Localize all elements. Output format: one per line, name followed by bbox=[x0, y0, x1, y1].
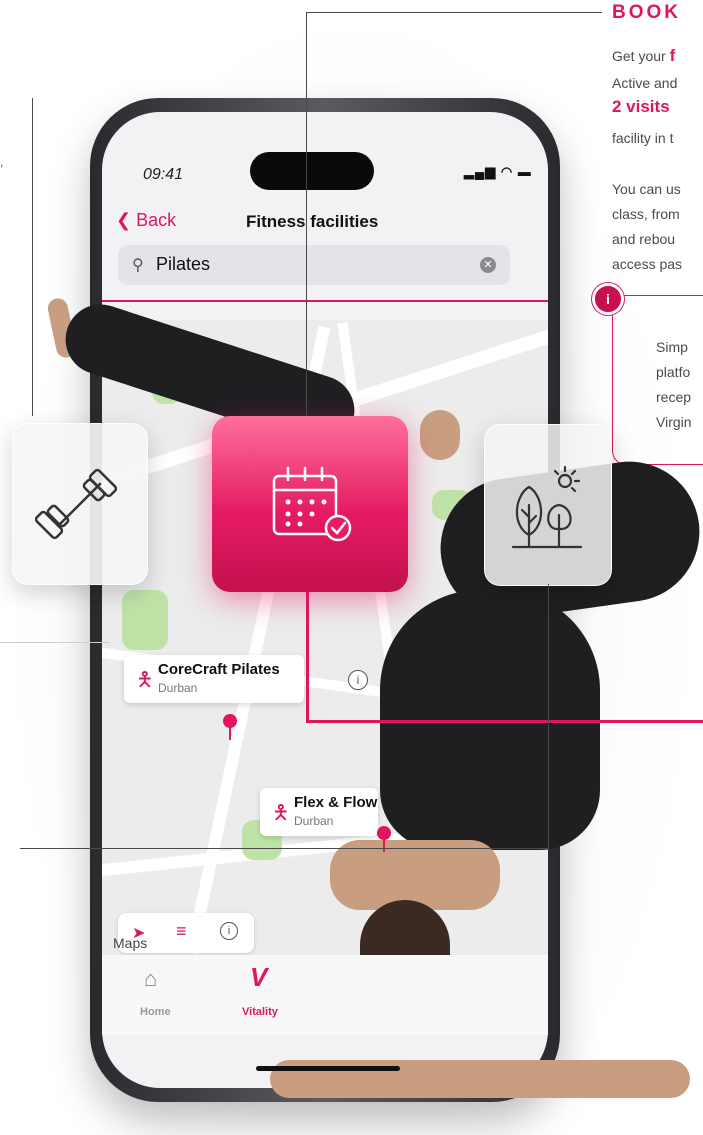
info-line-1: Simp bbox=[656, 339, 688, 355]
status-time: 09:41 bbox=[143, 166, 184, 183]
figure-foot-right bbox=[420, 410, 460, 460]
panel-line-1: Get your f bbox=[612, 46, 676, 65]
dynamic-island bbox=[250, 152, 374, 190]
back-label: Back bbox=[136, 210, 177, 230]
left-callout-line bbox=[32, 98, 33, 416]
card-title: CoreCraft Pilates bbox=[158, 661, 280, 678]
left-edge-mark: , bbox=[0, 155, 4, 169]
info-line-4: Virgin bbox=[656, 414, 692, 430]
map-card-corecraft[interactable]: 🯅 CoreCraft Pilates Durban bbox=[124, 655, 304, 703]
tile-gym bbox=[12, 423, 148, 585]
map-pin-1-stem bbox=[229, 726, 231, 740]
back-button[interactable]: ❮ Back bbox=[116, 210, 176, 231]
calendar-check-icon bbox=[272, 466, 352, 542]
panel-line-7: and rebou bbox=[612, 231, 676, 247]
pink-connector-horizontal bbox=[306, 720, 703, 723]
card-info-icon[interactable]: i bbox=[348, 670, 368, 690]
home-icon: ⌂ bbox=[144, 966, 158, 991]
info-icon: i bbox=[592, 283, 624, 315]
panel-line-2: Active and bbox=[612, 75, 678, 91]
map-card-flex-flow[interactable]: 🯅 Flex & Flow Durban bbox=[260, 788, 378, 836]
tile-outdoors bbox=[484, 424, 612, 586]
panel-line-3: 2 visits bbox=[612, 97, 670, 116]
map-pin-2-stem bbox=[383, 838, 385, 852]
maps-attribution: Maps bbox=[113, 935, 148, 951]
chevron-left-icon: ❮ bbox=[116, 210, 132, 230]
tile-booking bbox=[212, 416, 408, 592]
search-value: Pilates bbox=[156, 254, 211, 274]
info-circle-icon[interactable]: i bbox=[220, 922, 238, 940]
vitality-v-icon: V bbox=[250, 962, 268, 992]
pilates-icon: 🯅 bbox=[272, 802, 290, 824]
tab-label: Vitality bbox=[242, 1006, 278, 1018]
search-icon: ⚲ bbox=[132, 257, 144, 274]
info-line-3: recep bbox=[656, 389, 692, 405]
pilates-icon: 🯅 bbox=[136, 669, 154, 691]
figure-arms bbox=[330, 840, 500, 910]
page-title: Fitness facilities bbox=[246, 212, 379, 231]
outdoor-callout-vertical bbox=[548, 584, 549, 848]
booking-callout-horizontal bbox=[306, 12, 602, 13]
info-line-2: platfo bbox=[656, 364, 691, 380]
home-indicator bbox=[256, 1066, 400, 1071]
panel-line-5: You can us bbox=[612, 181, 681, 197]
header-divider bbox=[102, 300, 548, 302]
outdoor-callout-horizontal bbox=[20, 848, 549, 849]
left-horizon-line bbox=[0, 642, 110, 643]
search-input[interactable]: ⚲ Pilates ✕ bbox=[118, 245, 510, 285]
tree-sun-icon bbox=[511, 465, 583, 549]
clear-icon[interactable]: ✕ bbox=[480, 257, 496, 273]
pink-connector-vertical bbox=[306, 592, 309, 722]
panel-line-8: access pas bbox=[612, 256, 683, 272]
tab-vitality[interactable]: V Vitality bbox=[240, 962, 290, 1026]
status-icons: ▂▄▆ ◠ ▬ bbox=[464, 164, 532, 179]
panel-line-4: facility in t bbox=[612, 130, 674, 146]
list-icon[interactable]: ≡ bbox=[176, 921, 187, 942]
tab-home[interactable]: ⌂ Home bbox=[136, 966, 176, 1026]
tab-label: Home bbox=[140, 1006, 171, 1018]
card-location: Durban bbox=[158, 681, 198, 695]
card-title: Flex & Flow bbox=[294, 794, 378, 811]
dumbbell-icon bbox=[35, 468, 118, 540]
panel-line-6: class, from bbox=[612, 206, 680, 222]
booking-callout-vertical bbox=[306, 12, 307, 416]
panel-heading: BOOK bbox=[612, 2, 681, 23]
card-location: Durban bbox=[294, 814, 334, 828]
